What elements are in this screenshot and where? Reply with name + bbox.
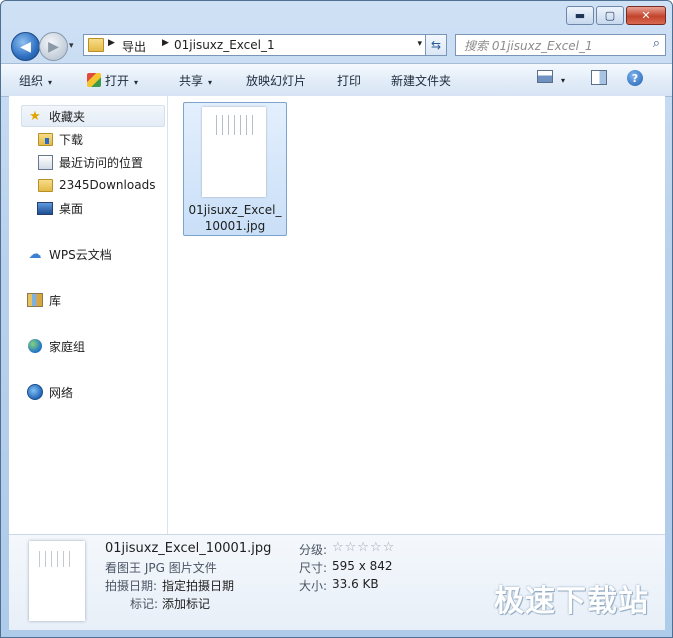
sidebar-item-2345downloads[interactable]: 2345Downloads: [37, 175, 155, 195]
rating-stars[interactable]: ☆☆☆☆☆: [332, 540, 395, 555]
sidebar-item-libraries[interactable]: 库: [27, 290, 61, 310]
help-icon: ?: [627, 70, 643, 86]
file-item[interactable]: 01jisuxz_Excel_10001.jpg: [183, 102, 287, 236]
sidebar-item-favorites[interactable]: ★ 收藏夹: [27, 106, 85, 126]
navigation-pane: ★ 收藏夹 下载 最近访问的位置 2345Downloads 桌面 ☁ WPS云文档…: [9, 96, 168, 534]
sidebar-item-label: WPS云文档: [49, 247, 112, 262]
minimize-button[interactable]: ▬: [566, 6, 594, 25]
refresh-button[interactable]: ⇆: [425, 34, 447, 56]
chevron-down-icon: ▾: [134, 78, 139, 87]
search-box: ⌕: [455, 34, 666, 56]
title-bar: ▬ ▢ ✕: [1, 1, 672, 31]
download-folder-icon: [37, 131, 53, 147]
search-icon[interactable]: ⌕: [653, 36, 660, 51]
network-icon: [27, 384, 43, 400]
homegroup-icon: [27, 338, 43, 354]
explorer-window: ▬ ▢ ✕ ◀ ▶ ▾ ▶ 导出 ▶ 01jisuxz_Excel_1 ▾ ⇆ …: [0, 0, 673, 638]
file-list: 01jisuxz_Excel_10001.jpg: [168, 96, 665, 534]
folder-icon: [88, 38, 104, 52]
maximize-button[interactable]: ▢: [596, 6, 624, 25]
sidebar-item-recent-places[interactable]: 最近访问的位置: [37, 152, 143, 172]
file-name: 01jisuxz_Excel_10001.jpg: [188, 203, 282, 233]
desktop-icon: [37, 200, 53, 216]
recent-pages-dropdown[interactable]: ▾: [69, 41, 74, 51]
image-viewer-icon: [87, 73, 101, 87]
breadcrumb-current-folder[interactable]: 01jisuxz_Excel_1: [174, 38, 275, 52]
command-bar: 组织 ▾ 打开 ▾ 共享 ▾ 放映幻灯片 打印 新建文件夹 ▾ ?: [1, 63, 672, 97]
navigation-bar: ◀ ▶ ▾ ▶ 导出 ▶ 01jisuxz_Excel_1 ▾ ⇆ ⌕: [9, 31, 666, 61]
sidebar-item-homegroup[interactable]: 家庭组: [27, 336, 85, 356]
details-file-type: 看图王 JPG 图片文件: [105, 561, 217, 575]
watermark: 极速下载站: [494, 584, 649, 619]
rating-label: 分级:: [299, 543, 328, 557]
cloud-icon: ☁: [28, 246, 42, 262]
file-thumbnail: [202, 107, 266, 197]
refresh-icon: ⇆: [430, 38, 442, 52]
organize-button[interactable]: 组织 ▾: [19, 72, 52, 89]
open-label: 打开: [105, 74, 130, 88]
folder-icon: [37, 177, 53, 193]
back-arrow-icon: ◀: [20, 38, 31, 55]
recent-places-icon: [37, 154, 53, 170]
sidebar-item-label: 库: [49, 293, 62, 308]
open-button[interactable]: 打开 ▾: [87, 72, 138, 89]
library-icon: [27, 292, 43, 308]
forward-arrow-icon: ▶: [48, 38, 59, 55]
share-label: 共享: [179, 74, 204, 88]
date-taken-value[interactable]: 指定拍摄日期: [162, 577, 234, 594]
main-content: ★ 收藏夹 下载 最近访问的位置 2345Downloads 桌面 ☁ WPS云文档…: [9, 96, 665, 534]
window-controls: ▬ ▢ ✕: [566, 6, 666, 25]
back-button[interactable]: ◀: [11, 32, 40, 61]
tags-label: 标记:: [130, 597, 159, 611]
sidebar-item-label: 收藏夹: [49, 109, 86, 124]
crumb-separator-icon[interactable]: ▶: [108, 38, 115, 48]
chevron-down-icon: ▾: [561, 76, 566, 85]
search-input[interactable]: [462, 37, 646, 54]
sidebar-item-label: 网络: [49, 385, 74, 400]
sidebar-item-downloads[interactable]: 下载: [37, 129, 83, 149]
slideshow-button[interactable]: 放映幻灯片: [246, 72, 306, 89]
address-dropdown-icon[interactable]: ▾: [417, 39, 422, 49]
sidebar-item-label: 最近访问的位置: [59, 155, 144, 170]
organize-label: 组织: [19, 74, 44, 88]
dimensions-label: 尺寸:: [299, 561, 328, 575]
dimensions-value: 595 x 842: [332, 559, 393, 573]
print-button[interactable]: 打印: [337, 72, 361, 89]
share-button[interactable]: 共享 ▾: [179, 72, 212, 89]
size-label: 大小:: [299, 579, 328, 593]
tags-value[interactable]: 添加标记: [162, 595, 210, 612]
sidebar-item-wps-cloud[interactable]: ☁ WPS云文档: [27, 244, 112, 264]
size-value: 33.6 KB: [332, 577, 379, 591]
sidebar-item-network[interactable]: 网络: [27, 382, 73, 402]
details-file-name: 01jisuxz_Excel_10001.jpg: [105, 541, 272, 556]
sidebar-item-label: 下载: [59, 132, 84, 147]
sidebar-item-desktop[interactable]: 桌面: [37, 198, 83, 218]
date-taken-label: 拍摄日期:: [105, 579, 158, 593]
breadcrumb-export[interactable]: 导出: [122, 38, 146, 55]
star-icon: ★: [29, 108, 41, 124]
sidebar-item-label: 桌面: [59, 201, 84, 216]
address-bar[interactable]: ▶ 导出 ▶ 01jisuxz_Excel_1 ▾: [83, 34, 427, 56]
chevron-down-icon: ▾: [208, 78, 213, 87]
help-button[interactable]: ?: [627, 70, 643, 86]
chevron-down-icon: ▾: [48, 78, 53, 87]
details-pane: 01jisuxz_Excel_10001.jpg 看图王 JPG 图片文件 拍摄…: [9, 534, 665, 630]
change-view-button[interactable]: ▾: [537, 70, 565, 86]
sidebar-item-label: 家庭组: [49, 339, 86, 354]
sidebar-item-label: 2345Downloads: [59, 178, 156, 192]
details-thumbnail: [29, 541, 85, 621]
preview-pane-icon: [591, 70, 607, 85]
preview-pane-button[interactable]: [591, 70, 607, 88]
view-icon: [537, 70, 553, 83]
close-button[interactable]: ✕: [626, 6, 666, 25]
crumb-separator-icon[interactable]: ▶: [162, 38, 169, 48]
new-folder-button[interactable]: 新建文件夹: [391, 72, 451, 89]
forward-button[interactable]: ▶: [39, 32, 68, 61]
